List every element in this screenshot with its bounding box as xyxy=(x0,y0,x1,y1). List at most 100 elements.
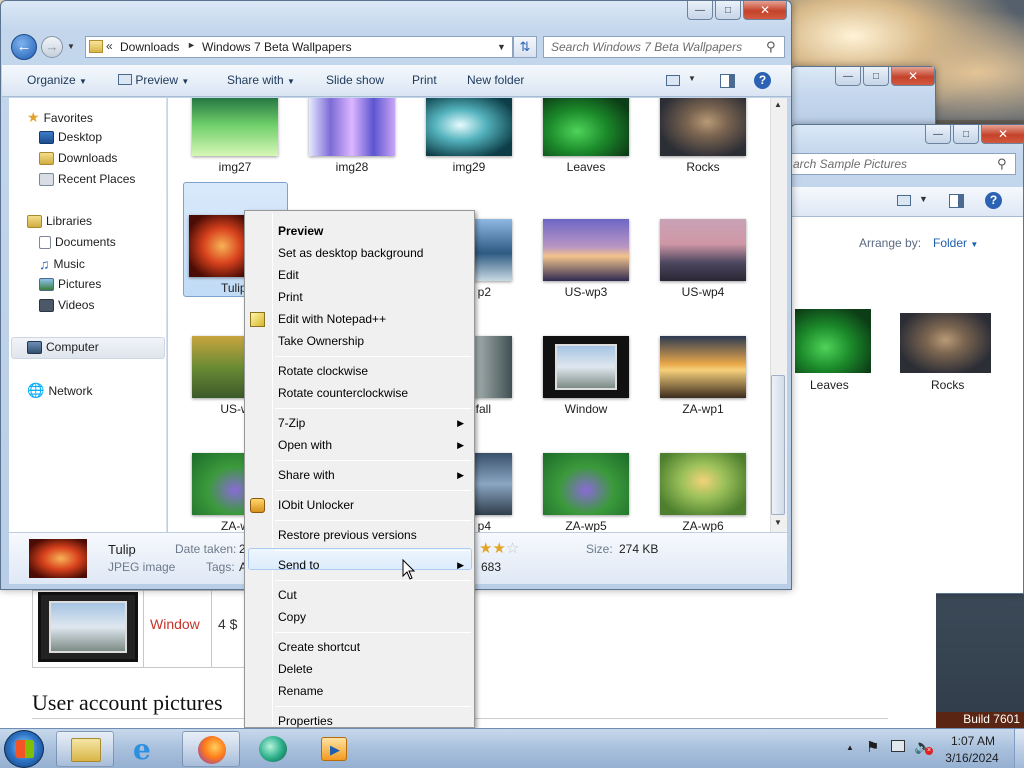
close-button[interactable]: ✕ xyxy=(743,1,787,20)
menu-item-send-to[interactable]: Send to ▶ xyxy=(278,555,468,575)
preview-pane-icon[interactable] xyxy=(720,74,735,88)
scroll-down-icon[interactable]: ▼ xyxy=(774,518,782,527)
preview-pane-icon[interactable] xyxy=(949,194,964,208)
taskbar-media-player[interactable]: ▶ xyxy=(306,731,364,767)
slide-show-button[interactable]: Slide show xyxy=(326,73,384,87)
context-menu[interactable]: Preview Set as desktop background Edit Prin… xyxy=(244,210,475,728)
nav-pictures[interactable]: Pictures xyxy=(39,277,101,291)
address-dropdown-icon[interactable]: ▼ xyxy=(497,42,506,52)
web-link-window[interactable]: Window xyxy=(150,616,200,632)
close-button[interactable]: ✕ xyxy=(891,67,935,86)
clock-time[interactable]: 1:07 AM xyxy=(950,734,996,748)
file-item[interactable]: Window xyxy=(534,336,638,416)
action-center-flag-icon[interactable]: ⚑ xyxy=(866,738,879,756)
forward-button[interactable]: → xyxy=(41,36,63,58)
maximize-button[interactable]: □ xyxy=(863,67,889,86)
chevron-down-icon[interactable]: ▼ xyxy=(919,194,928,204)
clock-date[interactable]: 3/16/2024 xyxy=(944,751,1000,765)
organize-button[interactable]: Organize ▼ xyxy=(27,73,87,87)
menu-item-open-with[interactable]: Open with ▶ xyxy=(278,435,468,455)
view-options-chevron-icon[interactable]: ▼ xyxy=(688,74,696,83)
menu-item-edit[interactable]: Edit xyxy=(278,265,468,285)
taskbar-explorer[interactable] xyxy=(56,731,114,767)
help-icon[interactable]: ? xyxy=(985,192,1002,209)
sample-pictures-window[interactable]: — □ ✕ arch Sample Pictures ⚲ ▼ ? Arrange… xyxy=(790,124,1024,594)
file-item[interactable]: US-wp4 xyxy=(651,219,755,299)
background-window[interactable]: — □ ✕ xyxy=(790,66,936,126)
scroll-up-icon[interactable]: ▲ xyxy=(774,100,782,109)
preview-button[interactable]: Preview ▼ xyxy=(118,73,189,87)
address-bar[interactable]: « Downloads ► Windows 7 Beta Wallpapers … xyxy=(85,36,513,58)
breadcrumb-downloads[interactable]: Downloads xyxy=(120,40,179,54)
breadcrumb-current[interactable]: Windows 7 Beta Wallpapers xyxy=(202,40,352,54)
maximize-button[interactable]: □ xyxy=(715,1,741,20)
print-button[interactable]: Print xyxy=(412,73,437,87)
nav-network[interactable]: 🌐 Network xyxy=(27,382,92,399)
menu-item-copy[interactable]: Copy xyxy=(278,607,468,627)
new-folder-button[interactable]: New folder xyxy=(467,73,524,87)
change-view-icon[interactable] xyxy=(666,75,680,86)
menu-item-print[interactable]: Print xyxy=(278,287,468,307)
menu-item-share-with[interactable]: Share with ▶ xyxy=(278,465,468,485)
search-input[interactable]: arch Sample Pictures ⚲ xyxy=(791,153,1016,175)
nav-libraries[interactable]: Libraries xyxy=(27,214,92,228)
maximize-button[interactable]: □ xyxy=(953,125,979,144)
file-item[interactable]: ZA-wp5 xyxy=(534,453,638,532)
show-desktop-button[interactable] xyxy=(1014,729,1024,768)
scrollbar-thumb[interactable] xyxy=(771,375,785,515)
nav-documents[interactable]: Documents xyxy=(39,235,116,249)
menu-item-delete[interactable]: Delete xyxy=(278,659,468,679)
refresh-icon[interactable]: ⇅ xyxy=(513,36,537,58)
file-item[interactable]: img29 xyxy=(417,98,521,174)
file-item[interactable]: img28 xyxy=(300,98,404,174)
menu-item-rename[interactable]: Rename xyxy=(278,681,468,701)
menu-item-edit-with-notepad[interactable]: Edit with Notepad++ xyxy=(278,309,468,329)
nav-music[interactable]: ♫ Music xyxy=(39,256,85,272)
close-button[interactable]: ✕ xyxy=(981,125,1024,144)
leaves-thumbnail[interactable] xyxy=(795,309,871,373)
search-icon[interactable]: ⚲ xyxy=(766,39,776,55)
menu-item-iobit-unlocker[interactable]: IObit Unlocker xyxy=(278,495,468,515)
nav-downloads[interactable]: Downloads xyxy=(39,151,117,165)
menu-item-rotate-clockwise[interactable]: Rotate clockwise xyxy=(278,361,468,381)
breadcrumb-separator-icon[interactable]: ► xyxy=(187,40,196,50)
search-icon[interactable]: ⚲ xyxy=(997,156,1007,172)
menu-item-7-zip[interactable]: 7-Zip ▶ xyxy=(278,413,468,433)
nav-recent-places[interactable]: Recent Places xyxy=(39,172,135,186)
network-tray-icon[interactable] xyxy=(891,740,905,752)
file-item[interactable]: ZA-wp6 xyxy=(651,453,755,532)
recent-pages-chevron-icon[interactable]: ▼ xyxy=(67,42,75,51)
menu-item-rotate-counterclockwise[interactable]: Rotate counterclockwise xyxy=(278,383,468,403)
menu-item-preview[interactable]: Preview xyxy=(278,221,468,241)
menu-item-create-shortcut[interactable]: Create shortcut xyxy=(278,637,468,657)
menu-item-set-as-desktop-background[interactable]: Set as desktop background xyxy=(278,243,468,263)
minimize-button[interactable]: — xyxy=(687,1,713,20)
minimize-button[interactable]: — xyxy=(925,125,951,144)
menu-item-cut[interactable]: Cut xyxy=(278,585,468,605)
back-button[interactable]: ← xyxy=(11,34,37,60)
help-icon[interactable]: ? xyxy=(754,72,771,89)
nav-videos[interactable]: Videos xyxy=(39,298,94,312)
file-item[interactable]: Leaves xyxy=(534,98,638,174)
menu-item-take-ownership[interactable]: Take Ownership xyxy=(278,331,468,351)
nav-computer[interactable]: Computer xyxy=(27,340,99,354)
show-hidden-icons[interactable]: ▲ xyxy=(846,743,854,752)
file-item[interactable]: ZA-wp1 xyxy=(651,336,755,416)
nav-favorites[interactable]: ★ Favorites xyxy=(27,109,93,126)
taskbar-firefox[interactable] xyxy=(182,731,240,767)
file-item[interactable]: US-wp3 xyxy=(534,219,638,299)
taskbar-app[interactable] xyxy=(244,731,302,767)
file-item[interactable]: img27 xyxy=(183,98,287,174)
menu-item-restore-previous-versions[interactable]: Restore previous versions xyxy=(278,525,468,545)
minimize-button[interactable]: — xyxy=(835,67,861,86)
start-button[interactable] xyxy=(4,730,44,768)
search-input[interactable]: Search Windows 7 Beta Wallpapers ⚲ xyxy=(543,36,785,58)
share-with-button[interactable]: Share with ▼ xyxy=(227,73,295,87)
overflow-icon[interactable]: « xyxy=(106,39,113,53)
rocks-thumbnail[interactable] xyxy=(900,313,991,373)
arrange-by-dropdown[interactable]: Folder ▼ xyxy=(933,236,978,250)
taskbar-internet-explorer[interactable]: e xyxy=(120,731,178,767)
nav-desktop[interactable]: Desktop xyxy=(39,130,102,144)
views-icon[interactable] xyxy=(897,195,911,206)
file-item[interactable]: Rocks xyxy=(651,98,755,174)
